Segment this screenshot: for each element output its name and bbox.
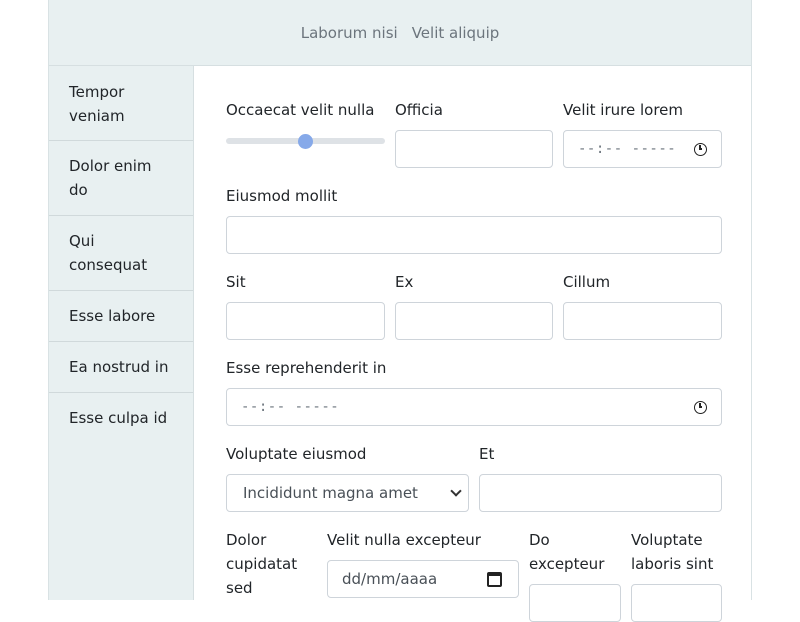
- velit-irure-label: Velit irure lorem: [563, 101, 684, 119]
- sidebar-item-qui-consequat[interactable]: Qui consequat: [49, 216, 193, 291]
- slider-thumb[interactable]: [298, 134, 313, 149]
- dolor-cupidatat-label: Dolor cupidatat sed: [226, 531, 298, 597]
- sit-label: Sit: [226, 273, 246, 291]
- calendar-icon[interactable]: [487, 571, 502, 587]
- cillum-label: Cillum: [563, 273, 611, 291]
- voluptate-laboris-input[interactable]: [631, 584, 722, 622]
- occaecat-slider[interactable]: [226, 130, 385, 152]
- chevron-down-icon: [450, 485, 462, 497]
- sidebar-item-ea-nostrud-in[interactable]: Ea nostrud in: [49, 342, 193, 393]
- app-frame: Laborum nisi Velit aliquip Tempor veniam…: [48, 0, 752, 622]
- clock-icon[interactable]: [694, 142, 707, 156]
- officia-input[interactable]: [395, 130, 553, 168]
- sidebar-item-esse-labore[interactable]: Esse labore: [49, 291, 193, 342]
- occaecat-label: Occaecat velit nulla: [226, 101, 375, 119]
- nav-link-velit-aliquip[interactable]: Velit aliquip: [412, 24, 500, 42]
- sidebar-item-tempor-veniam[interactable]: Tempor veniam: [49, 66, 193, 141]
- voluptate-laboris-label: Voluptate laboris sint: [631, 531, 714, 573]
- ex-input[interactable]: [395, 302, 553, 340]
- select-value: Incididunt magna amet: [243, 484, 418, 502]
- nav-link-laborum-nisi[interactable]: Laborum nisi: [301, 24, 398, 42]
- cillum-input[interactable]: [563, 302, 722, 340]
- et-input[interactable]: [479, 474, 722, 512]
- date-placeholder: dd/mm/aaaa: [342, 570, 438, 588]
- eiusmod-input[interactable]: [226, 216, 722, 254]
- top-nav: Laborum nisi Velit aliquip: [49, 0, 751, 66]
- eiusmod-label: Eiusmod mollit: [226, 187, 338, 205]
- sidebar-item-dolor-enim-do[interactable]: Dolor enim do: [49, 141, 193, 216]
- sidebar-item-esse-culpa-id[interactable]: Esse culpa id: [49, 393, 193, 443]
- velit-irure-placeholder: --:-- -----: [578, 141, 677, 157]
- velit-nulla-date-input[interactable]: dd/mm/aaaa: [327, 560, 519, 598]
- esse-reprehenderit-placeholder: --:-- -----: [241, 399, 340, 415]
- esse-reprehenderit-time-input[interactable]: --:-- -----: [226, 388, 722, 426]
- sidebar: Tempor veniam Dolor enim do Qui consequa…: [49, 66, 194, 600]
- voluptate-eiusmod-label: Voluptate eiusmod: [226, 445, 367, 463]
- form-area: Occaecat velit nulla Officia Velit irure…: [194, 66, 751, 622]
- clock-icon[interactable]: [694, 400, 707, 414]
- voluptate-eiusmod-select[interactable]: Incididunt magna amet: [226, 474, 469, 512]
- do-excepteur-label: Do excepteur: [529, 531, 605, 573]
- velit-nulla-label: Velit nulla excepteur: [327, 531, 481, 549]
- officia-label: Officia: [395, 101, 443, 119]
- ex-label: Ex: [395, 273, 414, 291]
- do-excepteur-input[interactable]: [529, 584, 621, 622]
- velit-irure-time-input[interactable]: --:-- -----: [563, 130, 722, 168]
- sit-input[interactable]: [226, 302, 385, 340]
- esse-reprehenderit-label: Esse reprehenderit in: [226, 359, 387, 377]
- et-label: Et: [479, 445, 495, 463]
